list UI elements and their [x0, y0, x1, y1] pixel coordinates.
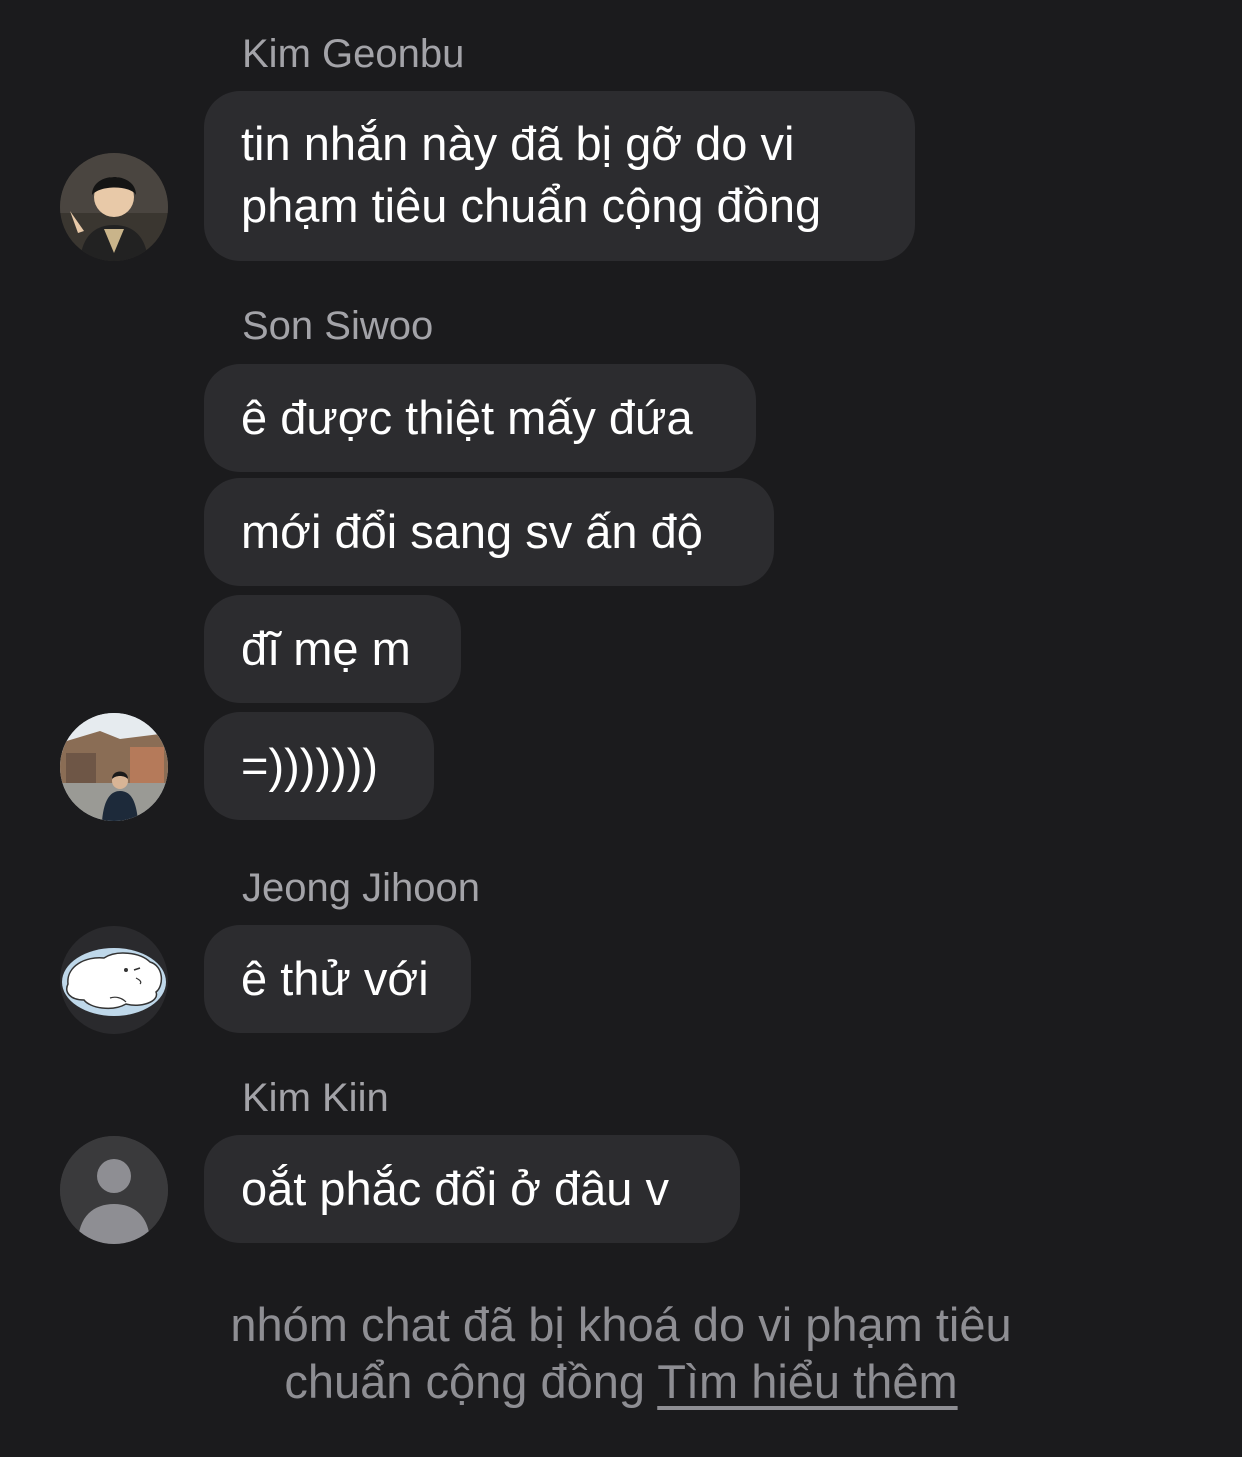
notice-line: chuẩn cộng đồng Tìm hiểu thêm — [0, 1353, 1242, 1410]
profile-photo-icon — [60, 713, 168, 821]
default-person-icon — [60, 1136, 168, 1244]
message-bubble[interactable]: =))))))) — [204, 712, 434, 820]
message-text-line: phạm tiêu chuẩn cộng đồng — [241, 179, 822, 232]
message-bubble[interactable]: oắt phắc đổi ở đâu v — [204, 1135, 740, 1243]
avatar-son-siwoo[interactable] — [60, 713, 168, 821]
sender-name-kim-kiin: Kim Kiin — [242, 1076, 389, 1120]
sender-name-son-siwoo: Son Siwoo — [242, 304, 434, 348]
notice-line: nhóm chat đã bị khoá do vi phạm tiêu — [230, 1298, 1012, 1351]
sender-name-kim-geonbu: Kim Geonbu — [242, 32, 465, 76]
avatar-jeong-jihoon[interactable] — [60, 926, 168, 1034]
profile-photo-icon — [60, 153, 168, 261]
message-bubble[interactable]: ê được thiệt mấy đứa — [204, 364, 756, 472]
sender-name-jeong-jihoon: Jeong Jihoon — [242, 866, 480, 910]
chat-screen: Kim Geonbu tin nhắn này đã bị gỡ do vi p… — [0, 0, 1242, 1457]
sticker-avatar-icon — [60, 926, 168, 1034]
message-bubble[interactable]: tin nhắn này đã bị gỡ do vi phạm tiêu ch… — [204, 91, 915, 261]
learn-more-link[interactable]: Tìm hiểu thêm — [657, 1355, 957, 1408]
avatar-kim-kiin[interactable] — [60, 1136, 168, 1244]
group-locked-notice: nhóm chat đã bị khoá do vi phạm tiêu chu… — [0, 1296, 1242, 1410]
message-text-line: tin nhắn này đã bị gỡ do vi — [241, 117, 795, 170]
avatar-kim-geonbu[interactable] — [60, 153, 168, 261]
message-bubble[interactable]: mới đổi sang sv ấn độ — [204, 478, 774, 586]
message-bubble[interactable]: đĩ mẹ m — [204, 595, 461, 703]
notice-line-text: chuẩn cộng đồng — [284, 1355, 658, 1408]
message-bubble[interactable]: ê thử với — [204, 925, 471, 1033]
